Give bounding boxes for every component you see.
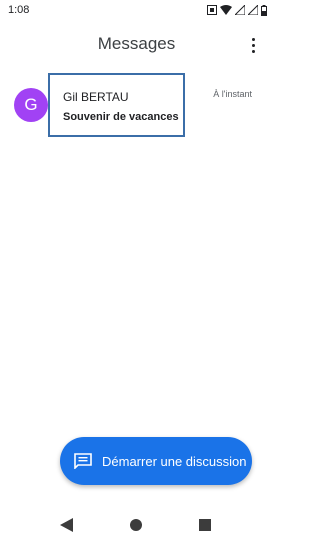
more-vert-dot [251, 49, 255, 53]
status-time: 1:08 [8, 4, 30, 16]
back-icon[interactable] [60, 518, 73, 532]
conversation-name: Gil BERTAU [63, 90, 129, 104]
battery-icon [261, 4, 267, 16]
nav-bar [0, 506, 273, 546]
more-vert-icon [251, 37, 255, 41]
wifi-icon [220, 5, 232, 15]
page-title: Messages [97, 34, 176, 53]
signal-icon [235, 5, 245, 15]
start-chat-label: Démarrer une discussion [102, 454, 247, 469]
signal-icon [248, 5, 258, 15]
app-bar: Messages [0, 22, 273, 66]
avatar: G [14, 88, 48, 122]
more-vert-dot [251, 43, 255, 47]
start-chat-button[interactable]: Démarrer une discussion [60, 437, 252, 485]
conversation-item[interactable]: G Gil BERTAU Souvenir de vacances À l'in… [0, 66, 273, 146]
conversation-highlight[interactable]: Gil BERTAU Souvenir de vacances [48, 73, 185, 137]
status-icons [207, 4, 267, 16]
screenshot-icon [207, 5, 217, 15]
home-icon[interactable] [130, 519, 142, 531]
conversation-snippet: Souvenir de vacances [63, 111, 179, 123]
status-bar: 1:08 [0, 0, 273, 22]
chat-icon [74, 453, 92, 469]
more-options-button[interactable] [243, 35, 263, 55]
recents-icon[interactable] [199, 519, 211, 531]
conversation-time: À l'instant [213, 89, 252, 99]
